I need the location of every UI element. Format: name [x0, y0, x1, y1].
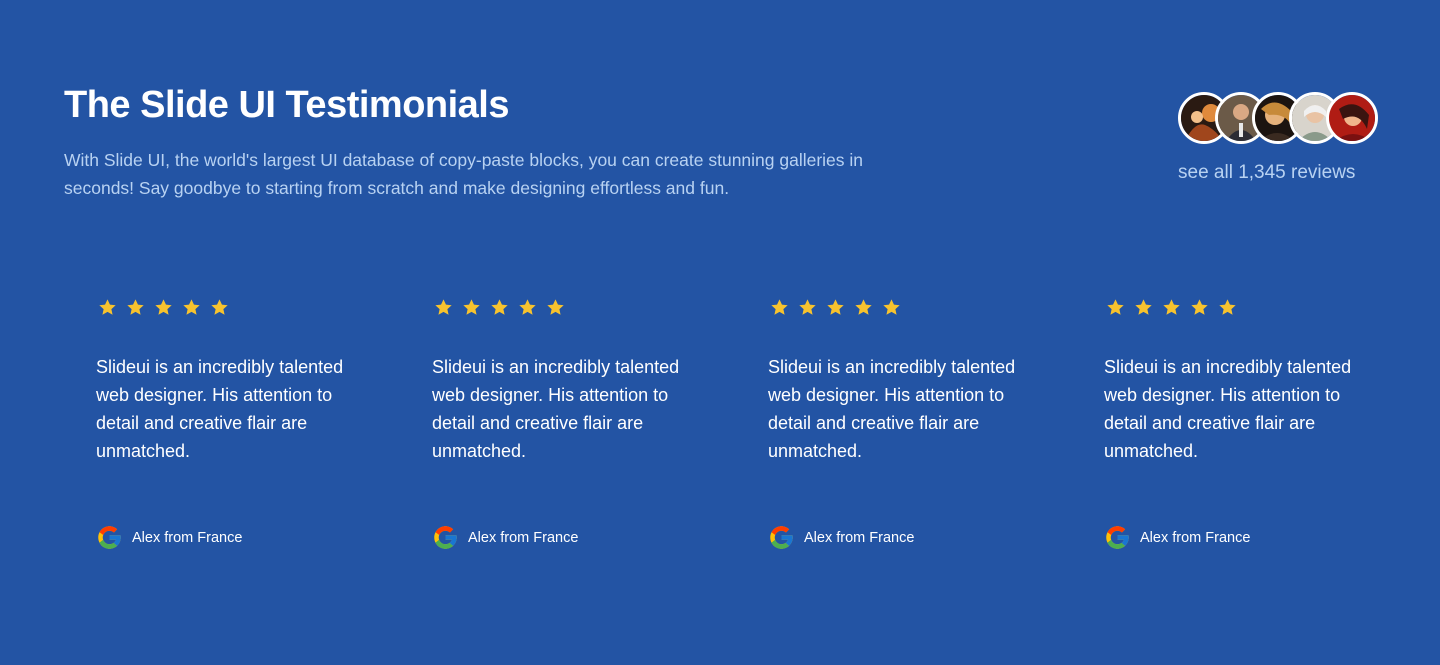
testimonial-author: Alex from France	[1104, 524, 1250, 551]
star-icon	[1219, 299, 1236, 315]
star-icon	[883, 299, 900, 315]
star-icon	[435, 299, 452, 315]
avatar	[1326, 92, 1378, 144]
testimonial-quote: Slideui is an incredibly talented web de…	[1104, 357, 1352, 461]
star-icon	[799, 299, 816, 315]
star-rating	[1106, 298, 1364, 320]
star-icon	[463, 299, 480, 315]
star-icon	[547, 299, 564, 315]
testimonial-quote: Slideui is an incredibly talented web de…	[432, 357, 680, 461]
star-icon	[183, 299, 200, 315]
testimonial-card: Slideui is an incredibly talented web de…	[432, 298, 692, 549]
star-icon	[99, 299, 116, 315]
star-rating	[770, 298, 1028, 320]
google-icon	[98, 526, 121, 549]
testimonials-section: The Slide UI Testimonials With Slide UI,…	[0, 0, 1440, 665]
star-icon	[127, 299, 144, 315]
author-name: Alex from France	[804, 529, 915, 546]
author-name: Alex from France	[132, 529, 243, 546]
google-icon	[434, 526, 457, 549]
star-icon	[1163, 299, 1180, 315]
testimonial-author: Alex from France	[768, 524, 914, 551]
section-title: The Slide UI Testimonials	[64, 84, 510, 126]
star-icon	[491, 299, 508, 315]
star-icon	[1191, 299, 1208, 315]
testimonial-card: Slideui is an incredibly talented web de…	[96, 298, 356, 549]
google-icon	[1106, 526, 1129, 549]
section-description: With Slide UI, the world's largest UI da…	[64, 150, 864, 198]
author-name: Alex from France	[468, 529, 579, 546]
star-rating	[98, 298, 356, 320]
testimonial-author: Alex from France	[432, 524, 578, 551]
reviewer-avatars	[1178, 92, 1378, 144]
star-icon	[211, 299, 228, 315]
testimonial-card: Slideui is an incredibly talented web de…	[768, 298, 1028, 549]
see-all-reviews-link[interactable]: see all 1,345 reviews	[1178, 162, 1355, 184]
star-rating	[434, 298, 692, 320]
testimonial-author: Alex from France	[96, 524, 242, 551]
star-icon	[1135, 299, 1152, 315]
testimonial-quote: Slideui is an incredibly talented web de…	[768, 357, 1016, 461]
star-icon	[771, 299, 788, 315]
star-icon	[1107, 299, 1124, 315]
testimonial-card: Slideui is an incredibly talented web de…	[1104, 298, 1364, 549]
star-icon	[827, 299, 844, 315]
star-icon	[519, 299, 536, 315]
star-icon	[155, 299, 172, 315]
google-icon	[770, 526, 793, 549]
star-icon	[855, 299, 872, 315]
author-name: Alex from France	[1140, 529, 1251, 546]
testimonial-quote: Slideui is an incredibly talented web de…	[96, 357, 344, 461]
